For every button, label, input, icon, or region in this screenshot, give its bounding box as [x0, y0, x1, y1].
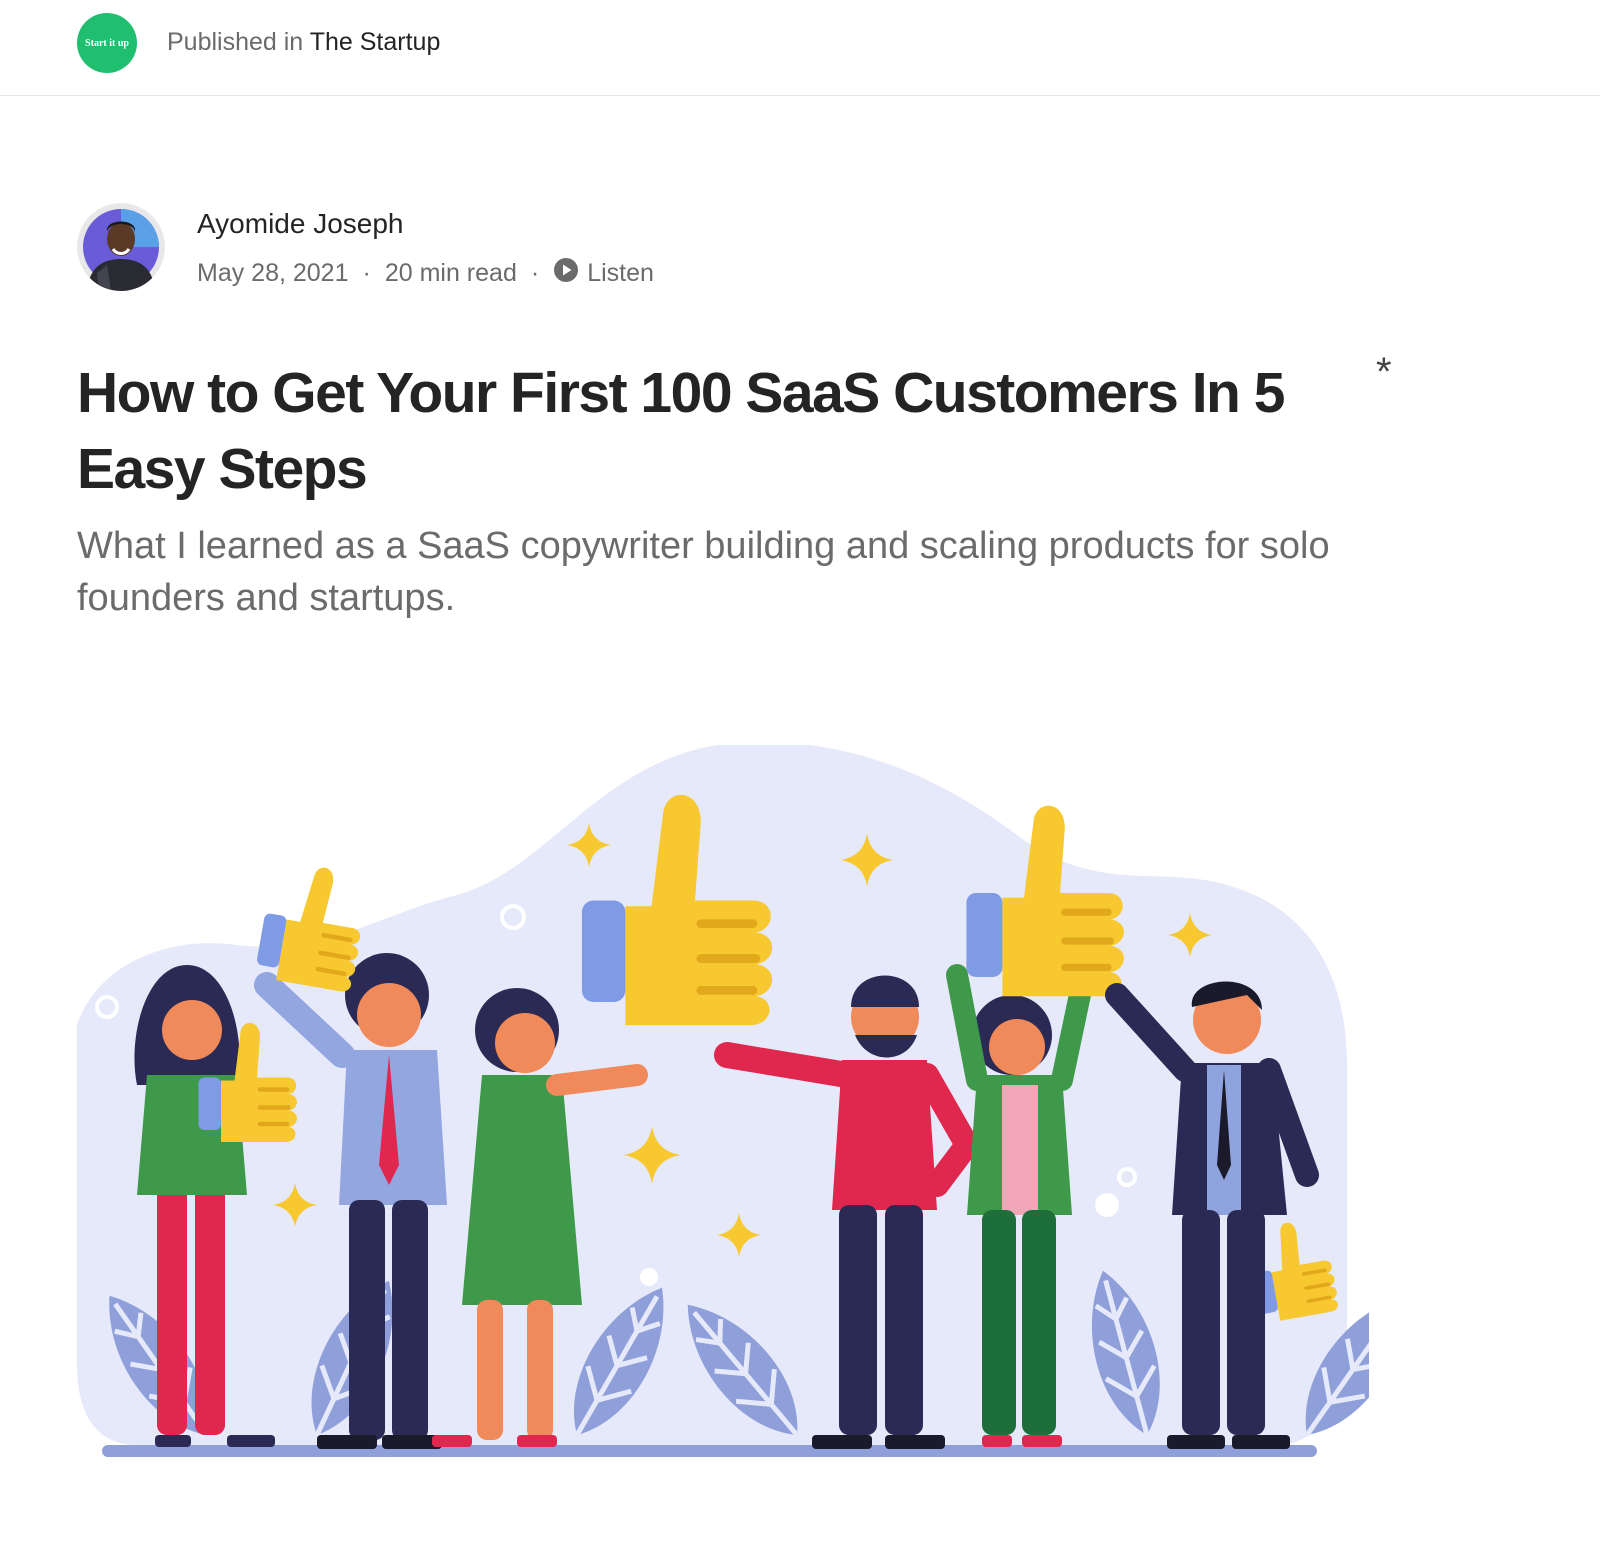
play-circle-icon — [553, 257, 587, 290]
published-in-line: Published in The Startup — [167, 28, 440, 57]
article-subtitle: What I learned as a SaaS copywriter buil… — [77, 525, 1330, 619]
article-meta: May 28, 2021 · 20 min read · Listen — [197, 257, 654, 290]
listen-label: Listen — [587, 259, 654, 287]
top-bar: Start it up Published in The Startup — [0, 0, 1600, 96]
hero-illustration — [77, 742, 1369, 1495]
article-title: How to Get Your First 100 SaaS Customers… — [77, 361, 1285, 501]
member-only-star-icon: * — [1376, 350, 1392, 394]
author-avatar[interactable] — [77, 203, 165, 291]
listen-button[interactable]: Listen — [553, 257, 654, 290]
publication-name-link[interactable]: The Startup — [310, 28, 441, 56]
meta-separator: · — [530, 259, 540, 287]
meta-separator: · — [362, 259, 371, 287]
read-time: 20 min read — [384, 259, 517, 287]
publish-date: May 28, 2021 — [197, 259, 349, 287]
publication-logo[interactable]: Start it up — [77, 13, 137, 73]
published-in-label: Published in — [167, 28, 304, 56]
author-name-link[interactable]: Ayomide Joseph — [197, 208, 404, 240]
people-thumbs-up-illustration-icon — [77, 742, 1369, 1457]
